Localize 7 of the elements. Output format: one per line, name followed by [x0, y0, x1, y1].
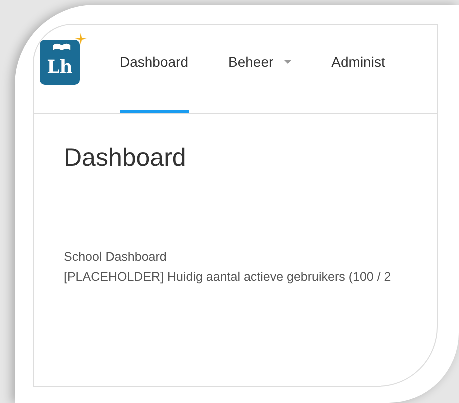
info-text: [PLACEHOLDER] Huidig aantal actieve gebruikers (100 / 2 [64, 269, 392, 286]
caret-icon [284, 60, 292, 64]
nav-tab[interactable]: Administ [332, 25, 386, 113]
info-text: School Dashboard [64, 249, 168, 266]
page-title: Dashboard [64, 144, 188, 173]
nav-tab[interactable]: Beheer [228, 25, 292, 113]
nav-tab[interactable]: Dashboard [120, 25, 188, 113]
